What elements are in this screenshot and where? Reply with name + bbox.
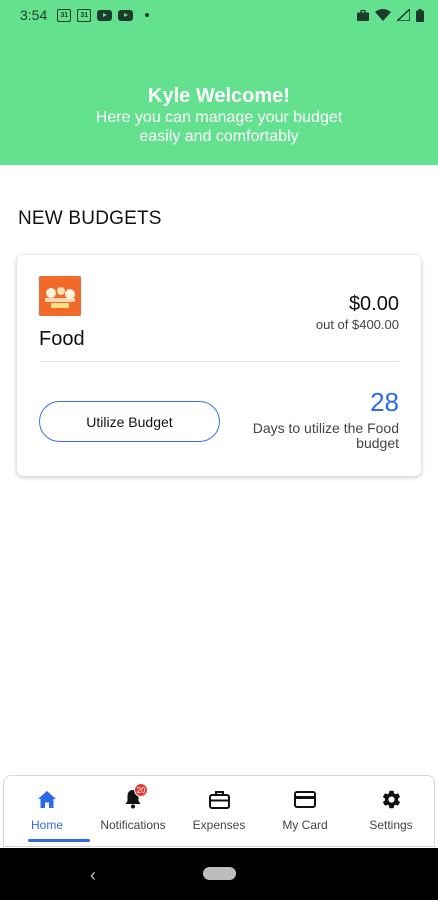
nav-item-settings[interactable]: Settings [348, 776, 434, 846]
welcome-header: Kyle Welcome! Here you can manage your b… [0, 30, 438, 165]
signal-icon [397, 9, 410, 21]
budget-amount: $0.00 [348, 293, 399, 315]
nav-item-my-card[interactable]: My Card [262, 776, 348, 846]
home-pill-icon[interactable] [203, 867, 236, 880]
nav-label-my-card: My Card [282, 818, 328, 832]
days-remaining-label: Days to utilize the Food budget [252, 420, 399, 451]
status-bar-left: 3:54 31 31 [20, 7, 150, 23]
notification-dot-icon [145, 13, 150, 17]
active-tab-indicator [28, 839, 90, 842]
notification-badge: 20 [134, 783, 148, 797]
bottom-nav: Home 20 Notifications Expenses My Card S… [3, 775, 435, 847]
gear-icon [380, 788, 402, 810]
nav-item-home[interactable]: Home [4, 776, 90, 846]
youtube-icon [97, 9, 113, 21]
card-divider [39, 361, 399, 362]
nav-item-notifications[interactable]: 20 Notifications [90, 776, 176, 846]
nav-label-settings: Settings [369, 818, 413, 832]
battery-icon [416, 8, 424, 22]
budget-card[interactable]: Food $0.00 out of $400.00 Utilize Budget… [17, 255, 421, 476]
food-image-icon [39, 276, 81, 316]
days-remaining-count: 28 [370, 387, 399, 417]
nav-label-expenses: Expenses [192, 818, 246, 832]
back-icon[interactable]: ‹ [90, 865, 96, 886]
nav-label-home: Home [30, 818, 63, 832]
calendar-icon: 31 [57, 8, 72, 22]
section-title: NEW BUDGETS [18, 208, 162, 229]
welcome-subtitle: Here you can manage your budget easily a… [95, 109, 343, 145]
credit-card-icon [294, 788, 316, 810]
youtube-icon [118, 9, 134, 21]
budget-limit: out of $400.00 [315, 317, 399, 332]
nav-label-notifications: Notifications [100, 818, 166, 832]
nav-item-expenses[interactable]: Expenses [176, 776, 262, 846]
calendar-icon: 31 [77, 8, 92, 22]
status-bar: 3:54 31 31 [0, 0, 438, 30]
status-bar-right [357, 8, 424, 22]
briefcase-status-icon [357, 9, 369, 21]
budget-name: Food [39, 328, 85, 350]
system-nav-bar: ‹ [0, 848, 438, 900]
briefcase-icon [208, 788, 230, 810]
home-icon [36, 788, 58, 810]
status-time: 3:54 [20, 7, 48, 23]
wifi-icon [375, 9, 391, 21]
bell-icon: 20 [122, 783, 148, 810]
utilize-budget-button[interactable]: Utilize Budget [39, 401, 220, 442]
welcome-title: Kyle Welcome! [148, 85, 290, 107]
